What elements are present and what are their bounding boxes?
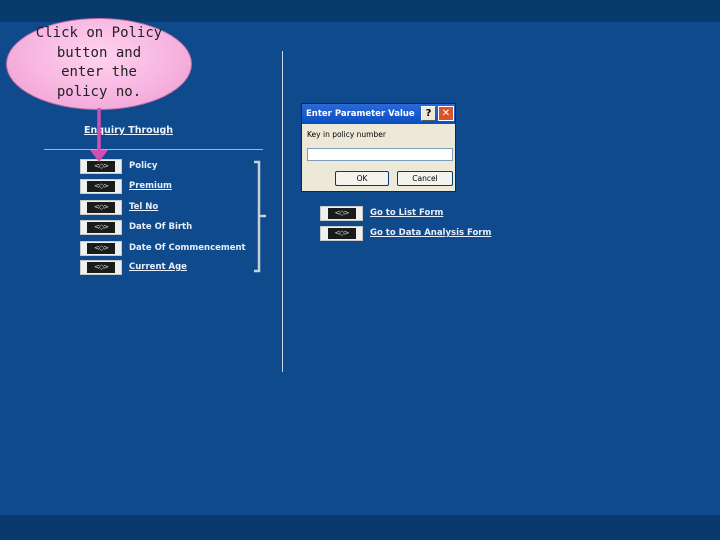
go-to-data-analysis-label[interactable]: Go to Data Analysis Form [370,228,491,238]
menu-item-policy[interactable]: <◇> Policy [80,158,157,174]
form-button-icon[interactable]: <◇> [80,240,122,256]
form-button-icon[interactable]: <◇> [320,205,363,221]
go-to-data-analysis-row[interactable]: <◇> Go to Data Analysis Form [320,225,491,241]
menu-item-date-of-birth[interactable]: <◇> Date Of Birth [80,219,192,235]
bottom-band [0,515,720,540]
form-button-icon[interactable]: <◇> [80,199,122,215]
menu-item-label[interactable]: Tel No [129,202,158,212]
form-button-icon[interactable]: <◇> [80,259,122,275]
menu-item-label[interactable]: Date Of Commencement [129,243,246,253]
dialog-title: Enter Parameter Value [306,109,415,119]
form-button-icon[interactable]: <◇> [320,225,363,241]
enquiry-heading: Enquiry Through [84,125,174,136]
menu-item-label[interactable]: Date Of Birth [129,222,192,232]
form-button-icon[interactable]: <◇> [80,219,122,235]
go-to-list-form-label[interactable]: Go to List Form [370,208,443,218]
go-to-list-form-row[interactable]: <◇> Go to List Form [320,205,443,221]
cancel-button[interactable]: Cancel [397,171,453,186]
menu-item-premium[interactable]: <◇> Premium [80,178,172,194]
close-button[interactable]: ✕ [438,106,454,121]
dialog-titlebar[interactable]: Enter Parameter Value ? ✕ [302,104,455,124]
form-button-icon[interactable]: <◇> [80,158,122,174]
panel-divider [282,51,283,372]
parameter-dialog: Enter Parameter Value ? ✕ Key in policy … [301,103,456,192]
heading-underline [44,149,263,150]
help-button[interactable]: ? [421,106,436,121]
form-button-icon[interactable]: <◇> [80,178,122,194]
ok-button[interactable]: OK [335,171,389,186]
callout-text: Click on Policy button and enter the pol… [35,25,163,100]
menu-item-date-of-commencement[interactable]: <◇> Date Of Commencement [80,240,246,256]
policy-number-input[interactable] [307,148,453,161]
menu-item-label[interactable]: Current Age [129,262,187,272]
menu-item-tel-no[interactable]: <◇> Tel No [80,199,158,215]
menu-item-label[interactable]: Premium [129,181,172,191]
bracket-connector [254,160,266,273]
menu-item-current-age[interactable]: <◇> Current Age [80,259,187,275]
instruction-callout: Click on Policy button and enter the pol… [6,18,192,110]
menu-item-label[interactable]: Policy [129,161,157,171]
dialog-prompt: Key in policy number [307,130,386,139]
